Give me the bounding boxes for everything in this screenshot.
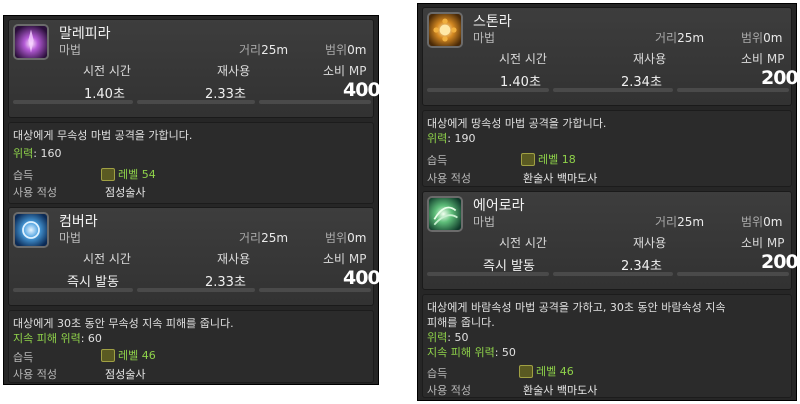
- acquired-label: 습득: [13, 169, 34, 182]
- recast-label: 재사용: [217, 252, 251, 266]
- skill-header: 스톤라 마법 거리25m 범위0m 시전 시간 재사용 소비 MP 1.40초 …: [422, 7, 799, 106]
- aero-icon: [427, 196, 463, 232]
- divider-bar: [137, 288, 255, 292]
- skill-description: 대상에게 바람속성 마법 공격을 가하고, 30초 동안 바람속성 지속 피해를…: [422, 294, 792, 398]
- acquired-label: 습득: [427, 367, 448, 380]
- potency-line: 위력: 190: [427, 132, 476, 145]
- affinity-label: 사용 적성: [13, 368, 57, 381]
- skill-header: 컴버라 마법 거리25m 범위0m 시전 시간 재사용 소비 MP 즉시 발동 …: [8, 207, 381, 306]
- divider-bar: [13, 288, 133, 292]
- divider-bar: [553, 88, 673, 92]
- level-icon: [519, 365, 533, 378]
- affinity-value: 환술사 백마도사: [523, 384, 598, 397]
- level-requirement: 레벨 54: [101, 166, 156, 182]
- range-stat: 거리25m: [239, 43, 289, 57]
- divider-bar: [677, 88, 789, 92]
- skill-type: 마법: [473, 215, 496, 229]
- affinity-value: 점성술사: [105, 368, 146, 381]
- mp-cost-value: 400: [343, 267, 381, 289]
- divider-bar: [259, 288, 371, 292]
- description-line: 대상에게 30초 동안 무속성 지속 피해를 줍니다.: [13, 317, 234, 330]
- divider-bar: [427, 272, 549, 276]
- skill-description: 대상에게 30초 동안 무속성 지속 피해를 줍니다. 지속 피해 위력: 60…: [8, 310, 374, 383]
- divider-bar: [677, 272, 789, 276]
- description-line: 대상에게 바람속성 마법 공격을 가하고, 30초 동안 바람속성 지속: [427, 301, 726, 314]
- skill-description: 대상에게 무속성 마법 공격을 가합니다. 위력: 160 습득 레벨 54 사…: [8, 122, 374, 204]
- radius-stat: 범위0m: [741, 215, 783, 229]
- range-stat: 거리25m: [239, 231, 289, 245]
- skill-type: 마법: [59, 231, 82, 245]
- affinity-value: 환술사 백마도사: [523, 172, 598, 185]
- stone-icon: [427, 12, 463, 48]
- skill-card-malefic: 말레피라 마법 거리25m 범위0m 시전 시간 재사용 소비 MP 1.40초…: [8, 19, 381, 204]
- skill-description: 대상에게 땅속성 마법 공격을 가합니다. 위력: 190 습득 레벨 18 사…: [422, 110, 792, 187]
- recast-label: 재사용: [633, 236, 667, 250]
- range-stat: 거리25m: [655, 215, 705, 229]
- description-line: 피해를 줍니다.: [427, 316, 495, 329]
- potency-line: 위력: 50: [427, 331, 469, 344]
- acquired-label: 습득: [427, 154, 448, 167]
- recast-label: 재사용: [217, 64, 251, 78]
- skill-name: 스톤라: [473, 14, 512, 30]
- combust-icon: [13, 212, 49, 248]
- tooltip-panel-right: 스톤라 마법 거리25m 범위0m 시전 시간 재사용 소비 MP 1.40초 …: [417, 3, 799, 401]
- level-icon: [521, 153, 535, 166]
- skill-card-aero: 에어로라 마법 거리25m 범위0m 시전 시간 재사용 소비 MP 즉시 발동…: [422, 191, 799, 398]
- affinity-value: 점성술사: [105, 186, 146, 199]
- potency-line: 지속 피해 위력: 60: [13, 332, 102, 345]
- level-requirement: 레벨 46: [519, 363, 574, 379]
- acquired-label: 습득: [13, 351, 34, 364]
- radius-stat: 범위0m: [741, 31, 783, 45]
- radius-stat: 범위0m: [325, 43, 367, 57]
- skill-card-combust: 컴버라 마법 거리25m 범위0m 시전 시간 재사용 소비 MP 즉시 발동 …: [8, 207, 381, 383]
- dot-potency-line: 지속 피해 위력: 50: [427, 346, 516, 359]
- divider-bar: [259, 100, 371, 104]
- cast-label: 시전 시간: [83, 252, 131, 266]
- skill-header: 에어로라 마법 거리25m 범위0m 시전 시간 재사용 소비 MP 즉시 발동…: [422, 191, 799, 290]
- divider-bar: [137, 100, 255, 104]
- description-line: 대상에게 무속성 마법 공격을 가합니다.: [13, 129, 193, 142]
- mp-cost-value: 200: [761, 251, 799, 273]
- skill-type: 마법: [473, 31, 496, 45]
- cast-label: 시전 시간: [499, 236, 547, 250]
- cost-label: 소비 MP: [323, 252, 367, 266]
- cast-label: 시전 시간: [83, 64, 131, 78]
- affinity-label: 사용 적성: [13, 186, 57, 199]
- recast-label: 재사용: [633, 52, 667, 66]
- skill-card-stone: 스톤라 마법 거리25m 범위0m 시전 시간 재사용 소비 MP 1.40초 …: [422, 7, 799, 187]
- skill-name: 컴버라: [59, 214, 98, 230]
- malefic-icon: [13, 24, 49, 60]
- skill-type: 마법: [59, 43, 82, 57]
- cost-label: 소비 MP: [741, 52, 785, 66]
- level-requirement: 레벨 46: [101, 347, 156, 363]
- radius-stat: 범위0m: [325, 231, 367, 245]
- potency-line: 위력: 160: [13, 147, 62, 160]
- skill-name: 말레피라: [59, 26, 111, 42]
- affinity-label: 사용 적성: [427, 384, 471, 397]
- mp-cost-value: 400: [343, 79, 381, 101]
- cost-label: 소비 MP: [741, 236, 785, 250]
- level-icon: [101, 349, 115, 362]
- level-requirement: 레벨 18: [521, 151, 576, 167]
- divider-bar: [13, 100, 133, 104]
- divider-bar: [553, 272, 673, 276]
- divider-bar: [427, 88, 549, 92]
- range-stat: 거리25m: [655, 31, 705, 45]
- level-icon: [101, 168, 115, 181]
- skill-name: 에어로라: [473, 198, 525, 214]
- cost-label: 소비 MP: [323, 64, 367, 78]
- description-line: 대상에게 땅속성 마법 공격을 가합니다.: [427, 117, 607, 130]
- affinity-label: 사용 적성: [427, 172, 471, 185]
- cast-label: 시전 시간: [499, 52, 547, 66]
- tooltip-panel-left: 말레피라 마법 거리25m 범위0m 시전 시간 재사용 소비 MP 1.40초…: [3, 15, 381, 385]
- skill-header: 말레피라 마법 거리25m 범위0m 시전 시간 재사용 소비 MP 1.40초…: [8, 19, 381, 118]
- mp-cost-value: 200: [761, 67, 799, 89]
